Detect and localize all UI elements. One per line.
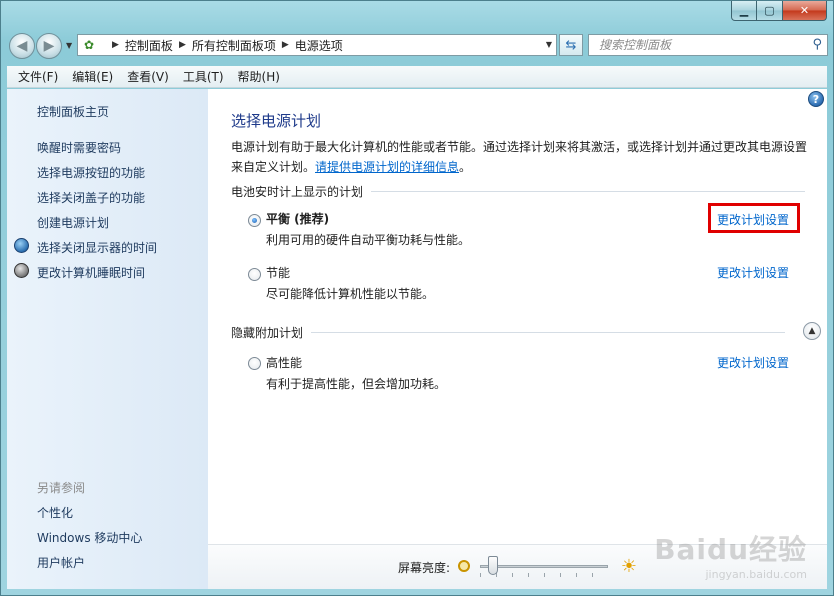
chevron-right-icon[interactable]: ▶ [112, 40, 119, 50]
description-end: 。 [459, 160, 472, 174]
page-title: 选择电源计划 [231, 112, 322, 130]
search-icon[interactable]: ⚲ [812, 37, 822, 52]
sidebar-item-wake-password[interactable]: 唤醒时需要密码 [37, 139, 121, 156]
menu-help[interactable]: 帮助(H) [231, 68, 287, 85]
see-also-mobility-center[interactable]: Windows 移动中心 [37, 529, 142, 546]
see-also-user-accounts[interactable]: 用户帐户 [37, 554, 85, 571]
breadcrumb-power-options[interactable]: 电源选项 [295, 37, 343, 54]
navigation-bar: ◀ ▶ ▼ ✿ ▶ 控制面板 ▶ 所有控制面板项 ▶ 电源选项 ▼ ⇆ ⚲ [7, 29, 828, 61]
arrow-right-icon: ▶ [43, 38, 55, 54]
plan-balanced-name[interactable]: 平衡 (推荐) [266, 210, 329, 227]
close-button[interactable]: ✕ [783, 1, 827, 21]
address-dropdown[interactable]: ▼ [546, 40, 552, 49]
brightness-low-icon [458, 560, 470, 572]
section-label: 电池安时计上显示的计划 [231, 184, 364, 199]
plan-details-link[interactable]: 请提供电源计划的详细信息 [315, 160, 459, 174]
sidebar-item-sleep-time[interactable]: 更改计算机睡眠时间 [37, 264, 145, 281]
sidebar-home[interactable]: 控制面板主页 [37, 103, 109, 120]
divider [311, 331, 785, 333]
menu-file[interactable]: 文件(F) [11, 68, 65, 85]
brightness-high-icon: ☀ [620, 555, 638, 577]
sidebar: 控制面板主页 唤醒时需要密码 选择电源按钮的功能 选择关闭盖子的功能 创建电源计… [7, 89, 208, 589]
caption-buttons: ▁ ▢ ✕ [731, 1, 827, 21]
plan-balanced-radio[interactable] [248, 214, 261, 227]
see-also-heading: 另请参阅 [37, 481, 86, 495]
plan-balanced-desc: 利用可用的硬件自动平衡功耗与性能。 [266, 233, 471, 247]
plan-high-performance-name[interactable]: 高性能 [266, 354, 302, 371]
help-icon[interactable]: ? [808, 91, 824, 107]
battery-plans-section: 电池安时计上显示的计划 [231, 183, 805, 199]
breadcrumb-all-items[interactable]: 所有控制面板项 [192, 37, 276, 54]
see-also-personalization[interactable]: 个性化 [37, 504, 73, 521]
search-input[interactable] [599, 36, 809, 54]
page-description: 电源计划有助于最大化计算机的性能或者节能。通过选择计划来将其激活，或选择计划并通… [231, 137, 816, 177]
chevron-up-icon: ▲ [808, 326, 816, 336]
brightness-label: 屏幕亮度: [398, 561, 451, 575]
brightness-slider-track[interactable] [480, 565, 608, 568]
arrow-left-icon: ◀ [16, 38, 28, 54]
menu-edit[interactable]: 编辑(E) [65, 68, 120, 85]
highlight-box [708, 203, 800, 233]
slider-ticks [480, 573, 608, 577]
search-box: ⚲ [588, 34, 828, 56]
minimize-button[interactable]: ▁ [731, 1, 757, 21]
brightness-bar: 屏幕亮度: ☀ Baidu经验 jingyan.baidu.com [208, 533, 827, 589]
recent-pages-dropdown[interactable]: ▼ [66, 41, 72, 50]
refresh-button[interactable]: ⇆ [559, 34, 583, 56]
section-label: 隐藏附加计划 [231, 325, 304, 340]
sidebar-item-display-off[interactable]: 选择关闭显示器的时间 [37, 239, 157, 256]
back-button[interactable]: ◀ [9, 33, 35, 59]
forward-button[interactable]: ▶ [36, 33, 62, 59]
brightness-slider-thumb[interactable] [487, 556, 498, 575]
plan-saver-radio[interactable] [248, 268, 261, 281]
plan-high-performance-desc: 有利于提高性能，但会增加功耗。 [266, 377, 447, 391]
watermark-url: jingyan.baidu.com [705, 568, 807, 581]
watermark-logo: Baidu经验 [654, 533, 807, 566]
power-options-window: ▁ ▢ ✕ ◀ ▶ ▼ ✿ ▶ 控制面板 ▶ 所有控制面板项 ▶ 电源选项 ▼ … [0, 0, 834, 596]
refresh-icon: ⇆ [565, 37, 577, 53]
menu-view[interactable]: 查看(V) [120, 68, 176, 85]
hidden-plans-section: 隐藏附加计划 [231, 324, 785, 340]
plan-saver-name[interactable]: 节能 [266, 264, 290, 281]
chevron-right-icon[interactable]: ▶ [282, 40, 289, 50]
main-panel: ? 选择电源计划 电源计划有助于最大化计算机的性能或者节能。通过选择计划来将其激… [208, 89, 827, 545]
chevron-right-icon[interactable]: ▶ [179, 40, 186, 50]
divider [371, 190, 805, 192]
sidebar-item-create-plan[interactable]: 创建电源计划 [37, 214, 109, 231]
sidebar-item-power-button[interactable]: 选择电源按钮的功能 [37, 164, 145, 181]
moon-icon [14, 263, 29, 278]
sidebar-item-lid-close[interactable]: 选择关闭盖子的功能 [37, 189, 145, 206]
collapse-button[interactable]: ▲ [803, 322, 821, 340]
plan-saver-change-link[interactable]: 更改计划设置 [717, 264, 789, 281]
control-panel-icon: ✿ [84, 38, 95, 52]
address-bar[interactable]: ✿ ▶ 控制面板 ▶ 所有控制面板项 ▶ 电源选项 ▼ [77, 34, 557, 56]
display-clock-icon [14, 238, 29, 253]
menu-tools[interactable]: 工具(T) [176, 68, 231, 85]
breadcrumb-control-panel[interactable]: 控制面板 [125, 37, 173, 54]
plan-saver-desc: 尽可能降低计算机性能以节能。 [266, 287, 435, 301]
menu-bar: 文件(F) 编辑(E) 查看(V) 工具(T) 帮助(H) [7, 66, 827, 88]
content-area: 控制面板主页 唤醒时需要密码 选择电源按钮的功能 选择关闭盖子的功能 创建电源计… [7, 89, 827, 589]
plan-high-performance-change-link[interactable]: 更改计划设置 [717, 354, 789, 371]
plan-high-performance-radio[interactable] [248, 357, 261, 370]
maximize-button[interactable]: ▢ [757, 1, 783, 21]
baidu-watermark: Baidu经验 jingyan.baidu.com [654, 528, 807, 581]
